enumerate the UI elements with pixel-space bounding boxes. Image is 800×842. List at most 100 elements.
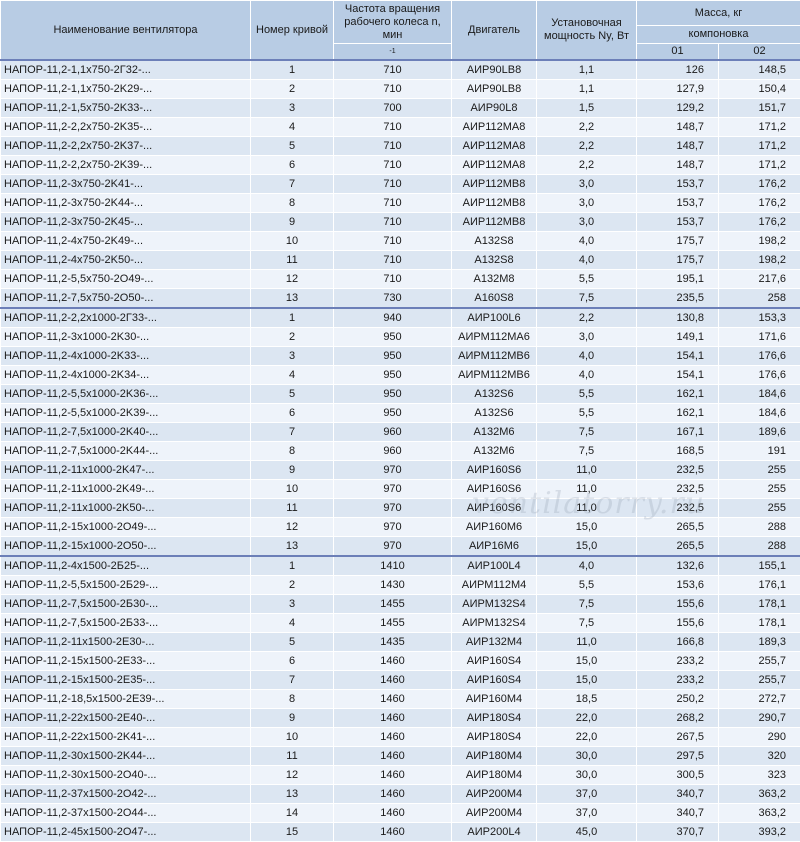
motor-cell: АИРМ112МВ6 — [452, 347, 537, 366]
mass-01-cell: 153,7 — [637, 213, 719, 232]
table-row: НАПОР-11,2-15x1500-2E33-...61460АИР160S4… — [1, 652, 800, 671]
fan-name-cell: НАПОР-11,2-5,5x1000-2K39-... — [1, 404, 251, 423]
motor-cell: А132М6 — [452, 423, 537, 442]
fan-name-cell: НАПОР-11,2-45x1500-2O47-... — [1, 823, 251, 842]
curve-number-cell: 11 — [251, 747, 334, 766]
mass-02-cell: 255,7 — [719, 652, 800, 671]
mass-01-cell: 340,7 — [637, 785, 719, 804]
fan-name-cell: НАПОР-11,2-11x1000-2K49-... — [1, 480, 251, 499]
curve-number-cell: 1 — [251, 60, 334, 80]
rpm-cell: 1460 — [334, 823, 452, 842]
motor-cell: АИР112МА8 — [452, 156, 537, 175]
power-cell: 7,5 — [537, 595, 637, 614]
mass-01-cell: 233,2 — [637, 652, 719, 671]
fan-spec-table: Наименование вентилятора Номер кривой Ча… — [0, 0, 800, 842]
table-row: НАПОР-11,2-4x1000-2K33-...3950АИРМ112МВ6… — [1, 347, 800, 366]
motor-cell: А132S6 — [452, 404, 537, 423]
curve-number-cell: 12 — [251, 766, 334, 785]
curve-number-cell: 4 — [251, 614, 334, 633]
table-row: НАПОР-11,2-37x1500-2O42-...131460АИР200М… — [1, 785, 800, 804]
power-cell: 3,0 — [537, 328, 637, 347]
mass-01-cell: 232,5 — [637, 461, 719, 480]
fan-name-cell: НАПОР-11,2-15x1500-2E35-... — [1, 671, 251, 690]
mass-01-cell: 162,1 — [637, 404, 719, 423]
fan-name-cell: НАПОР-11,2-2,2x750-2K37-... — [1, 137, 251, 156]
mass-01-cell: 168,5 — [637, 442, 719, 461]
rpm-cell: 1455 — [334, 595, 452, 614]
mass-02-cell: 150,4 — [719, 80, 800, 99]
curve-number-cell: 4 — [251, 366, 334, 385]
rpm-cell: 970 — [334, 480, 452, 499]
mass-01-cell: 153,7 — [637, 175, 719, 194]
mass-01-cell: 148,7 — [637, 137, 719, 156]
rpm-cell: 1460 — [334, 709, 452, 728]
motor-cell: АИР112МА8 — [452, 137, 537, 156]
mass-01-cell: 233,2 — [637, 671, 719, 690]
fan-name-cell: НАПОР-11,2-1,5x750-2K33-... — [1, 99, 251, 118]
power-cell: 7,5 — [537, 442, 637, 461]
mass-01-cell: 155,6 — [637, 614, 719, 633]
table-row: НАПОР-11,2-45x1500-2O47-...151460АИР200L… — [1, 823, 800, 842]
power-cell: 4,0 — [537, 347, 637, 366]
table-row: НАПОР-11,2-1,5x750-2K33-...3700АИР90L81,… — [1, 99, 800, 118]
motor-cell: АИР90L8 — [452, 99, 537, 118]
fan-name-cell: НАПОР-11,2-2,2x1000-2Г33-... — [1, 308, 251, 328]
motor-cell: АИР160S4 — [452, 652, 537, 671]
table-row: НАПОР-11,2-2,2x750-2K37-...5710АИР112МА8… — [1, 137, 800, 156]
power-cell: 18,5 — [537, 690, 637, 709]
motor-cell: АИРМ112МА6 — [452, 328, 537, 347]
group-1000: НАПОР-11,2-2,2x1000-2Г33-...1940АИР100L6… — [1, 308, 800, 556]
curve-number-cell: 7 — [251, 423, 334, 442]
motor-cell: А132S8 — [452, 232, 537, 251]
motor-cell: АИР90LB8 — [452, 60, 537, 80]
rpm-cell: 700 — [334, 99, 452, 118]
mass-02-cell: 171,2 — [719, 156, 800, 175]
mass-02-cell: 176,2 — [719, 213, 800, 232]
mass-02-cell: 176,1 — [719, 576, 800, 595]
power-cell: 4,0 — [537, 556, 637, 576]
rpm-cell: 710 — [334, 251, 452, 270]
power-cell: 1,1 — [537, 80, 637, 99]
power-cell: 4,0 — [537, 251, 637, 270]
table-row: НАПОР-11,2-4x750-2K50-...11710А132S84,01… — [1, 251, 800, 270]
table-row: НАПОР-11,2-4x750-2K49-...10710А132S84,01… — [1, 232, 800, 251]
rpm-cell: 940 — [334, 308, 452, 328]
table-row: НАПОР-11,2-5,5x1000-2K39-...6950А132S65,… — [1, 404, 800, 423]
fan-name-cell: НАПОР-11,2-11x1500-2E30-... — [1, 633, 251, 652]
mass-01-cell: 370,7 — [637, 823, 719, 842]
table-row: НАПОР-11,2-3x750-2K41-...7710АИР112МВ83,… — [1, 175, 800, 194]
fan-name-cell: НАПОР-11,2-4x750-2K49-... — [1, 232, 251, 251]
power-cell: 2,2 — [537, 137, 637, 156]
motor-cell: АИР112МВ8 — [452, 213, 537, 232]
table-row: НАПОР-11,2-3x1000-2K30-...2950АИРМ112МА6… — [1, 328, 800, 347]
curve-number-cell: 3 — [251, 595, 334, 614]
fan-name-cell: НАПОР-11,2-4x1500-2Б25-... — [1, 556, 251, 576]
power-cell: 2,2 — [537, 156, 637, 175]
curve-number-cell: 13 — [251, 289, 334, 309]
motor-cell: А132М6 — [452, 442, 537, 461]
header-layout-01: 01 — [637, 44, 719, 61]
fan-name-cell: НАПОР-11,2-22x1500-2E40-... — [1, 709, 251, 728]
mass-02-cell: 189,6 — [719, 423, 800, 442]
rpm-cell: 950 — [334, 404, 452, 423]
mass-01-cell: 149,1 — [637, 328, 719, 347]
table-row: НАПОР-11,2-11x1500-2E30-...51435АИР132М4… — [1, 633, 800, 652]
mass-01-cell: 267,5 — [637, 728, 719, 747]
mass-02-cell: 176,6 — [719, 366, 800, 385]
table-row: НАПОР-11,2-30x1500-2K44-...111460АИР180М… — [1, 747, 800, 766]
mass-02-cell: 363,2 — [719, 804, 800, 823]
table-row: НАПОР-11,2-3x750-2K45-...9710АИР112МВ83,… — [1, 213, 800, 232]
rpm-cell: 1460 — [334, 690, 452, 709]
rpm-cell: 710 — [334, 270, 452, 289]
table-row: НАПОР-11,2-2,2x750-2K39-...6710АИР112МА8… — [1, 156, 800, 175]
power-cell: 37,0 — [537, 804, 637, 823]
curve-number-cell: 8 — [251, 690, 334, 709]
mass-01-cell: 195,1 — [637, 270, 719, 289]
mass-02-cell: 288 — [719, 518, 800, 537]
fan-name-cell: НАПОР-11,2-15x1000-2O50-... — [1, 537, 251, 557]
table-row: НАПОР-11,2-11x1000-2K47-...9970АИР160S61… — [1, 461, 800, 480]
curve-number-cell: 2 — [251, 328, 334, 347]
fan-name-cell: НАПОР-11,2-4x1000-2K33-... — [1, 347, 251, 366]
motor-cell: АИР160S4 — [452, 671, 537, 690]
motor-cell: А132М8 — [452, 270, 537, 289]
